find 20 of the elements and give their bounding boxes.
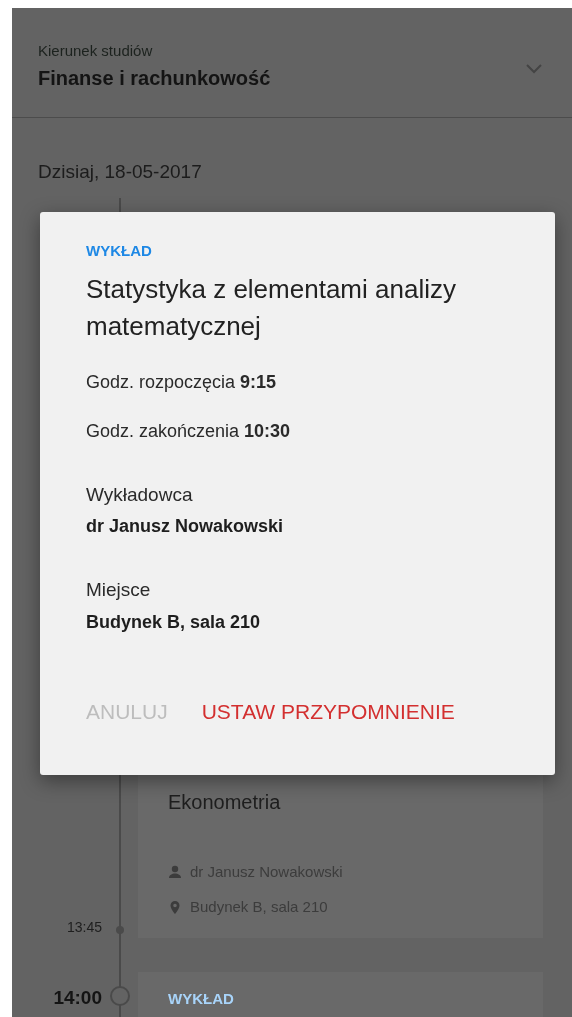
dropdown-label: Kierunek studiów xyxy=(38,42,154,60)
class-title: Ekonometria xyxy=(168,790,282,815)
set-reminder-button[interactable]: USTAW PRZYPOMNIENIE xyxy=(201,695,455,727)
detail-label: Wykładowca xyxy=(86,482,194,507)
dialog-title: Statystyka z elementami analizy matematycznej xyxy=(86,272,457,343)
course-dropdown[interactable]: Kierunek studiów Finanse i rachunkowość xyxy=(12,8,572,118)
end-time: 13:45 xyxy=(65,918,102,937)
class-type: WYKŁAD xyxy=(168,989,235,1009)
detail-value: dr Janusz Nowakowski xyxy=(86,515,285,538)
person-icon xyxy=(168,865,182,880)
start-time: 14:00 xyxy=(52,986,102,1010)
chevron-down-icon xyxy=(526,64,542,74)
dialog-class-type: WYKŁAD xyxy=(86,241,153,261)
location-pin-icon xyxy=(168,899,182,914)
detail-value: Budynek B, sala 210 xyxy=(86,610,262,634)
date-heading: Dzisiaj, 18-05-2017 xyxy=(37,160,203,184)
time-line: Godz. zakończenia 10:30 xyxy=(86,419,292,443)
time-line: Godz. rozpoczęcia 9:15 xyxy=(86,370,278,394)
detail-label: Miejsce xyxy=(86,578,152,602)
dropdown-value: Finanse i rachunkowość xyxy=(38,66,271,91)
